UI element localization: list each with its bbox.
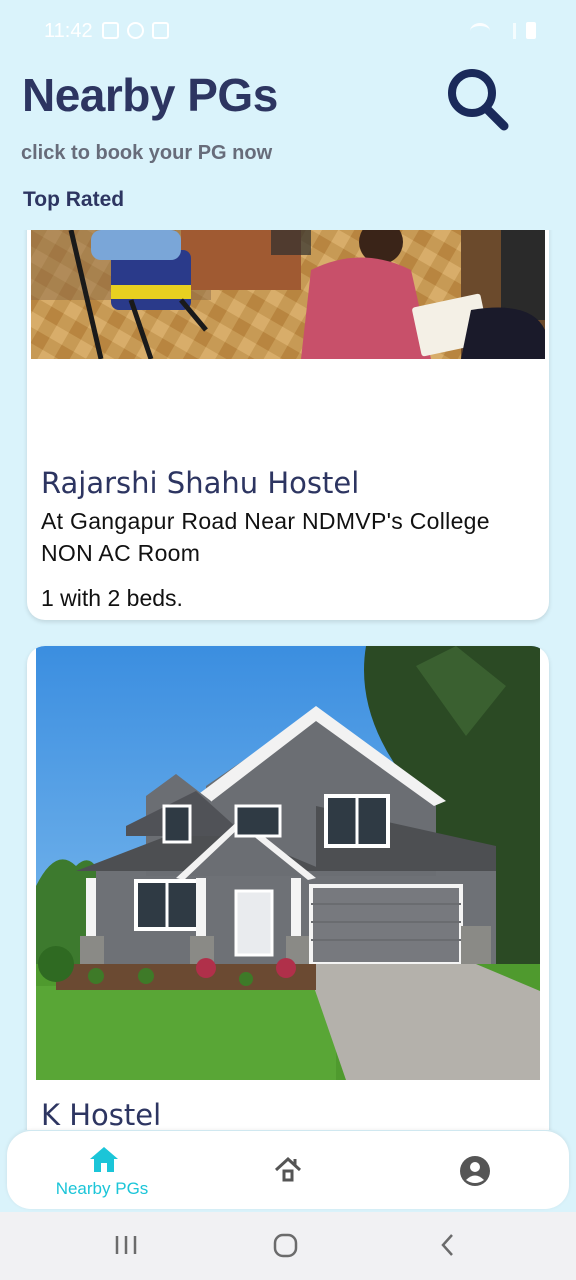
home-circle-icon [273, 1233, 298, 1258]
pg-photo [31, 230, 545, 359]
signal-icon [500, 23, 516, 39]
nav-label: Nearby PGs [55, 1179, 149, 1198]
page-subtitle: click to book your PG now [21, 142, 273, 164]
section-heading: Top Rated [23, 188, 125, 211]
home-icon [90, 1147, 118, 1172]
pg-card[interactable]: K Hostel [27, 646, 549, 1130]
pg-card[interactable]: Rajarshi Shahu Hostel At Gangapur Road N… [27, 230, 549, 620]
pg-beds: 1 with 2 beds. [41, 585, 183, 611]
pg-room-type: NON AC Room [41, 540, 201, 566]
pg-list[interactable]: Rajarshi Shahu Hostel At Gangapur Road N… [0, 230, 576, 1130]
gallery-icon [102, 22, 119, 39]
system-status-icons [470, 22, 536, 39]
back-icon [441, 1234, 453, 1256]
recent-apps-icon [115, 1236, 137, 1254]
status-bar: 11:42 [0, 0, 576, 64]
account-icon [460, 1156, 490, 1186]
bottom-navigation: Nearby PGs [7, 1131, 569, 1209]
status-time: 11:42 [44, 20, 93, 42]
page-title: Nearby PGs [22, 69, 278, 121]
nav-item-nearby-pgs[interactable]: Nearby PGs [27, 1131, 177, 1209]
system-navigation-bar [0, 1212, 576, 1280]
search-icon [448, 69, 509, 131]
home-button[interactable] [273, 1232, 299, 1262]
nav-item-profile[interactable] [437, 1131, 517, 1209]
house-icon [274, 1156, 302, 1182]
checkbox-icon [152, 22, 169, 39]
recent-apps-button[interactable] [114, 1232, 138, 1262]
wifi-icon [470, 23, 490, 39]
nav-item-pg[interactable] [247, 1131, 327, 1209]
pg-address: At Gangapur Road Near NDMVP's College [41, 508, 490, 534]
pg-name: K Hostel [41, 1098, 162, 1130]
whatsapp-icon [127, 22, 144, 39]
back-button[interactable] [438, 1232, 458, 1262]
notification-icons [102, 22, 169, 39]
pg-name: Rajarshi Shahu Hostel [41, 466, 360, 500]
search-button[interactable] [442, 66, 512, 136]
pg-photo [36, 646, 540, 1080]
battery-icon [526, 22, 536, 39]
